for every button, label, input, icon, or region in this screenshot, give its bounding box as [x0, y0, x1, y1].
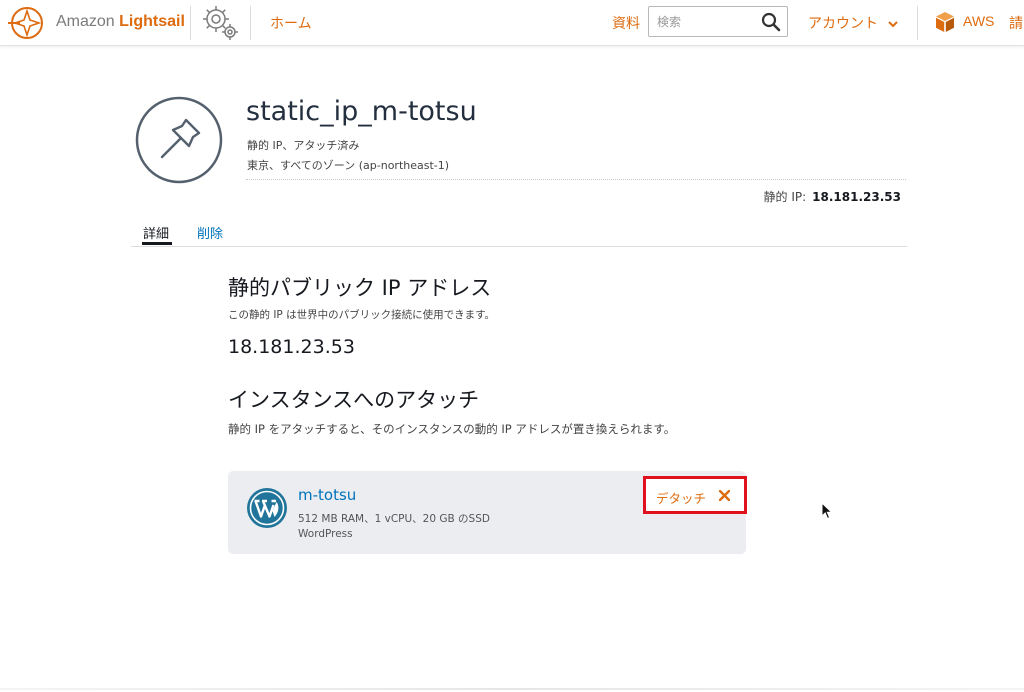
- chevron-down-icon: [888, 21, 899, 28]
- detach-button[interactable]: デタッチ: [643, 476, 747, 514]
- public-ip-heading: 静的パブリック IP アドレス: [228, 276, 492, 300]
- settings-gear-icon[interactable]: [200, 3, 242, 43]
- search-icon[interactable]: [761, 12, 781, 32]
- wordpress-icon: [247, 488, 287, 528]
- resource-location: 東京、すべてのゾーン (ap-northeast-1): [247, 159, 450, 172]
- public-ip-description: この静的 IP は世界中のパブリック接続に使用できます。: [228, 309, 496, 321]
- instance-blueprint: WordPress: [298, 528, 353, 540]
- search-box: [648, 6, 788, 37]
- tab-details[interactable]: 詳細: [143, 223, 169, 242]
- mouse-cursor-icon: [821, 502, 833, 520]
- page-title: static_ip_m-totsu: [246, 96, 477, 127]
- nav-divider: [917, 6, 918, 40]
- nav-divider: [250, 6, 251, 40]
- ip-value: 18.181.23.53: [812, 190, 901, 204]
- header-divider: [246, 179, 906, 180]
- attach-heading: インスタンスへのアタッチ: [228, 388, 480, 412]
- detach-button-label: デタッチ: [656, 491, 707, 506]
- close-x-icon: [719, 490, 730, 501]
- attach-description: 静的 IP をアタッチすると、そのインスタンスの動的 IP アドレスが置き換えら…: [228, 422, 676, 436]
- nav-divider: [190, 6, 191, 40]
- account-menu-label: アカウント: [808, 16, 878, 32]
- aws-label: AWS: [963, 13, 995, 29]
- public-ip-value: 18.181.23.53: [228, 336, 355, 358]
- instance-name-link[interactable]: m-totsu: [298, 486, 356, 504]
- logo-prefix: Amazon: [56, 13, 120, 30]
- aws-cube-icon: [936, 12, 954, 32]
- nav-docs-link[interactable]: 資料: [612, 13, 640, 33]
- tab-delete[interactable]: 削除: [197, 223, 223, 242]
- active-tab-indicator: [142, 242, 172, 245]
- ip-label: 静的 IP:: [763, 190, 807, 204]
- logo-brand: Lightsail: [119, 13, 185, 30]
- top-navigation-bar: Amazon Lightsail ホーム 資料 アカウント: [0, 0, 1024, 46]
- resource-ip-summary: 静的 IP: 18.181.23.53: [764, 188, 901, 205]
- attached-instance-card: m-totsu 512 MB RAM、1 vCPU、20 GB のSSD Wor…: [228, 471, 747, 554]
- nav-home-link[interactable]: ホーム: [270, 13, 312, 33]
- nav-billing-link[interactable]: 請: [1009, 13, 1023, 33]
- page-bottom-edge: [0, 688, 1024, 690]
- lightsail-logo-text[interactable]: Amazon Lightsail: [56, 13, 185, 31]
- tab-divider: [131, 246, 907, 247]
- static-ip-pin-icon: [135, 96, 223, 184]
- lightsail-logo-icon[interactable]: [6, 3, 46, 43]
- search-input[interactable]: [649, 7, 757, 36]
- resource-status: 静的 IP、アタッチ済み: [247, 139, 360, 152]
- account-menu[interactable]: アカウント: [808, 13, 899, 33]
- instance-spec: 512 MB RAM、1 vCPU、20 GB のSSD: [298, 513, 490, 525]
